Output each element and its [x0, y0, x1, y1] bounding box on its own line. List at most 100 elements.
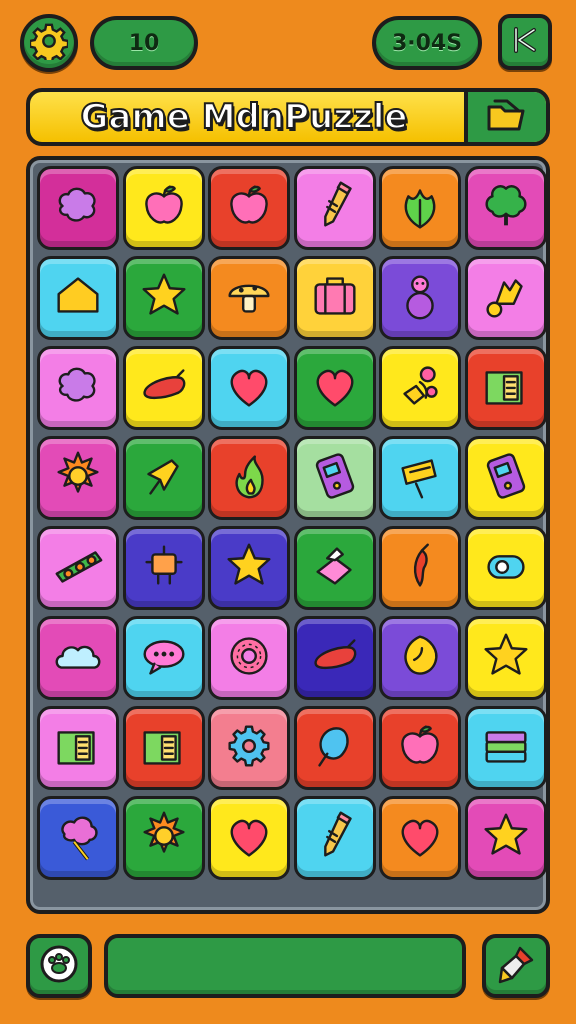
game-tile[interactable] — [464, 706, 547, 790]
flame-icon — [220, 447, 278, 509]
heart-icon — [220, 357, 278, 419]
game-tile[interactable] — [122, 346, 205, 430]
game-tile[interactable] — [379, 706, 461, 790]
blob-icon — [49, 357, 107, 419]
moves-counter: 10 — [90, 16, 198, 70]
crown-icon — [477, 267, 535, 329]
puzzle-board — [26, 156, 550, 914]
balloon-icon — [306, 717, 364, 779]
progress-bar — [104, 934, 466, 998]
sausage-icon — [306, 627, 364, 689]
game-tile[interactable] — [122, 706, 205, 790]
game-tile[interactable] — [379, 616, 461, 700]
paint-button[interactable] — [482, 934, 550, 998]
game-tile[interactable] — [208, 526, 290, 610]
robot-icon — [135, 537, 193, 599]
game-tile[interactable] — [293, 346, 376, 430]
game-tile[interactable] — [464, 526, 547, 610]
paw-icon — [39, 944, 79, 988]
pet-button[interactable] — [26, 934, 92, 998]
game-tile[interactable] — [293, 616, 376, 700]
phone-icon — [477, 447, 535, 509]
game-tile[interactable] — [464, 436, 547, 520]
game-tile[interactable] — [37, 256, 119, 340]
game-tile[interactable] — [122, 796, 205, 880]
game-tile[interactable] — [464, 256, 547, 340]
book-icon — [135, 717, 193, 779]
game-tile[interactable] — [208, 166, 290, 250]
game-tile[interactable] — [464, 166, 547, 250]
game-tile[interactable] — [293, 166, 376, 250]
game-tile[interactable] — [379, 166, 461, 250]
star-icon — [220, 537, 278, 599]
stack-icon — [477, 717, 535, 779]
game-tile[interactable] — [37, 166, 119, 250]
donut-icon — [220, 627, 278, 689]
game-tile[interactable] — [208, 256, 290, 340]
game-tile[interactable] — [122, 526, 205, 610]
game-tile[interactable] — [122, 616, 205, 700]
paint-brush-icon — [494, 942, 538, 990]
settings-button[interactable] — [20, 14, 78, 72]
game-tile[interactable] — [464, 346, 547, 430]
game-tile[interactable] — [122, 256, 205, 340]
timer-value: 3·04S — [391, 30, 463, 56]
suitcase-icon — [306, 267, 364, 329]
moves-value: 10 — [128, 30, 160, 56]
game-tile[interactable] — [208, 706, 290, 790]
folder-icon — [485, 97, 529, 137]
pepper-icon — [391, 537, 449, 599]
game-tile[interactable] — [293, 256, 376, 340]
star-icon — [477, 627, 535, 689]
game-tile[interactable] — [37, 436, 119, 520]
game-tile[interactable] — [37, 706, 119, 790]
gear-icon — [220, 717, 278, 779]
game-tile[interactable] — [293, 436, 376, 520]
bubble-icon — [135, 627, 193, 689]
cloud-icon — [49, 627, 107, 689]
game-tile[interactable] — [208, 796, 290, 880]
pin-icon — [135, 447, 193, 509]
book-icon — [49, 717, 107, 779]
game-tile[interactable] — [293, 526, 376, 610]
game-title: Game MdnPuzzle — [80, 96, 409, 138]
game-tile[interactable] — [37, 796, 119, 880]
close-button[interactable] — [498, 14, 552, 70]
title-action-button[interactable] — [464, 92, 546, 142]
game-tile[interactable] — [464, 796, 547, 880]
game-tile[interactable] — [37, 526, 119, 610]
game-tile[interactable] — [37, 616, 119, 700]
phone-icon — [306, 447, 364, 509]
pencil-icon — [306, 177, 364, 239]
flowers-icon — [391, 357, 449, 419]
game-tile[interactable] — [293, 706, 376, 790]
apple-icon — [220, 177, 278, 239]
game-tile[interactable] — [122, 166, 205, 250]
blob-icon — [49, 177, 107, 239]
game-tile[interactable] — [379, 526, 461, 610]
leaf-icon — [391, 177, 449, 239]
title-banner: Game MdnPuzzle — [26, 88, 550, 146]
game-tile[interactable] — [208, 616, 290, 700]
game-tile[interactable] — [379, 796, 461, 880]
game-tile[interactable] — [293, 796, 376, 880]
game-tile[interactable] — [464, 616, 547, 700]
book-icon — [477, 357, 535, 419]
game-tile[interactable] — [37, 346, 119, 430]
sun-icon — [135, 807, 193, 869]
house-icon — [49, 267, 107, 329]
heart-icon — [220, 807, 278, 869]
snowman-icon — [391, 267, 449, 329]
game-tile[interactable] — [122, 436, 205, 520]
gear-icon — [28, 22, 70, 65]
tape-icon — [477, 537, 535, 599]
apple-icon — [135, 177, 193, 239]
game-tile[interactable] — [208, 346, 290, 430]
heart-icon — [306, 357, 364, 419]
timer-display: 3·04S — [372, 16, 482, 70]
game-tile[interactable] — [379, 346, 461, 430]
game-tile[interactable] — [379, 256, 461, 340]
game-tile[interactable] — [208, 436, 290, 520]
game-tile[interactable] — [379, 436, 461, 520]
pencil-icon — [306, 807, 364, 869]
